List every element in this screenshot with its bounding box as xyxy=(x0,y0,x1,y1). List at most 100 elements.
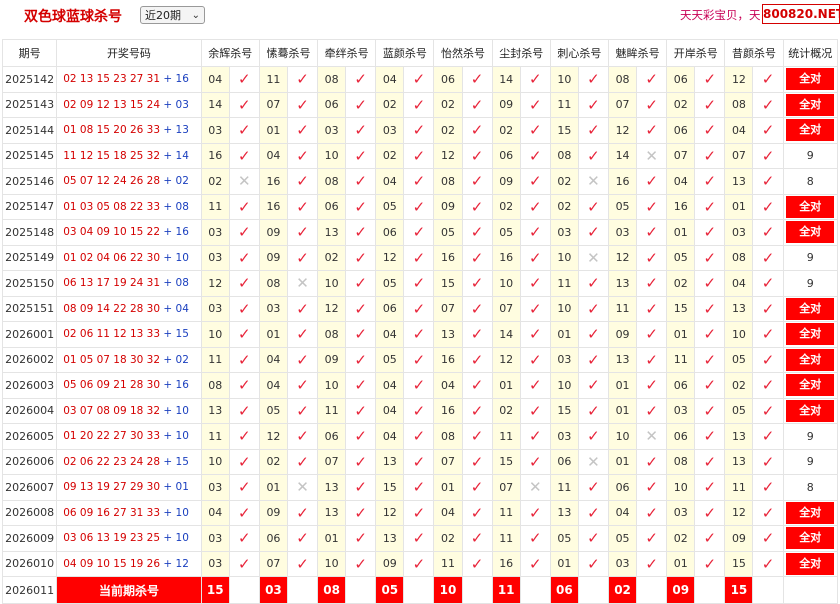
kill-number: 01 xyxy=(491,372,521,399)
column-header: 刺心杀号 xyxy=(549,39,610,67)
kill-number: 05 xyxy=(375,270,405,297)
check-icon: ✓ xyxy=(752,219,784,246)
table-row: 2025147 01 03 05 08 22 33 + 08 11 ✓ 16 ✓ 06 ✓ 05… xyxy=(1,193,839,220)
all-correct-badge: 全对 xyxy=(786,119,835,142)
kill-number: 03 xyxy=(608,550,638,577)
cross-icon: ✕ xyxy=(636,142,668,169)
check-icon: ✓ xyxy=(752,448,784,475)
check-icon: ✓ xyxy=(636,397,668,424)
check-icon: ✓ xyxy=(519,550,551,577)
table-row: 2025143 02 09 12 13 15 24 + 03 14 ✓ 07 ✓ 06 ✓ 02… xyxy=(1,91,839,118)
correct-count: 9 xyxy=(806,251,814,265)
kill-number: 08 xyxy=(608,66,638,93)
kill-number: 05 xyxy=(375,193,405,220)
kill-number: 03 xyxy=(549,423,579,450)
check-icon: ✓ xyxy=(461,295,493,322)
check-icon: ✓ xyxy=(345,295,377,322)
empty-cell xyxy=(636,576,668,604)
kill-number: 10 xyxy=(549,372,579,399)
draw-numbers: 02 06 22 23 24 28 + 15 xyxy=(56,448,202,475)
check-icon: ✓ xyxy=(577,346,610,373)
check-icon: ✓ xyxy=(519,423,551,450)
red-balls: 02 06 11 12 13 33 xyxy=(63,328,164,341)
check-icon: ✓ xyxy=(694,142,726,169)
current-kill-number: 15 xyxy=(724,576,754,604)
blue-ball: 10 xyxy=(175,251,189,264)
all-correct-badge: 全对 xyxy=(786,501,835,524)
check-icon: ✓ xyxy=(345,321,377,348)
kill-number: 04 xyxy=(608,499,638,526)
site-badge[interactable]: 800820.NET xyxy=(762,4,840,24)
plus-sign: + xyxy=(163,404,176,417)
kill-number: 06 xyxy=(666,423,696,450)
kill-number: 02 xyxy=(549,193,579,220)
draw-numbers: 06 13 17 19 24 31 + 08 xyxy=(56,270,202,297)
check-icon: ✓ xyxy=(228,448,260,475)
kill-number: 03 xyxy=(724,219,754,246)
check-icon: ✓ xyxy=(461,91,493,118)
check-icon: ✓ xyxy=(694,295,726,322)
check-icon: ✓ xyxy=(403,270,435,297)
kill-number: 04 xyxy=(258,372,288,399)
check-icon: ✓ xyxy=(403,499,435,526)
kill-number: 11 xyxy=(200,423,230,450)
check-icon: ✓ xyxy=(403,244,435,271)
kill-number: 16 xyxy=(258,193,288,220)
check-icon: ✓ xyxy=(577,270,610,297)
check-icon: ✓ xyxy=(286,193,319,220)
check-icon: ✓ xyxy=(286,448,319,475)
kill-number: 12 xyxy=(433,142,463,169)
kill-number: 02 xyxy=(491,397,521,424)
all-correct-badge: 全对 xyxy=(786,552,835,575)
check-icon: ✓ xyxy=(694,219,726,246)
kill-number: 10 xyxy=(317,372,347,399)
draw-numbers: 02 09 12 13 15 24 + 03 xyxy=(56,91,202,118)
check-icon: ✓ xyxy=(461,423,493,450)
period-select[interactable]: 近20期 ⌄ xyxy=(140,6,205,24)
kill-number: 16 xyxy=(491,244,521,271)
table-row: 2025149 01 02 04 06 22 30 + 10 03 ✓ 09 ✓ 02 ✓ 12… xyxy=(1,244,839,271)
kill-number: 10 xyxy=(317,550,347,577)
check-icon: ✓ xyxy=(636,346,668,373)
issue-number: 2026009 xyxy=(1,525,58,552)
table-row: 2025142 02 13 15 23 27 31 + 16 04 ✓ 11 ✓ 08 ✓ 04… xyxy=(1,66,839,93)
kill-number: 11 xyxy=(491,423,521,450)
red-balls: 02 13 15 23 27 31 xyxy=(63,73,164,86)
kill-number: 07 xyxy=(258,550,288,577)
kill-number: 02 xyxy=(491,193,521,220)
kill-number: 08 xyxy=(433,168,463,195)
issue-number: 2026001 xyxy=(1,321,58,348)
kill-number: 06 xyxy=(375,219,405,246)
issue-number: 2026002 xyxy=(1,346,58,373)
check-icon: ✓ xyxy=(286,397,319,424)
check-icon: ✓ xyxy=(636,448,668,475)
check-icon: ✓ xyxy=(694,270,726,297)
kill-number: 10 xyxy=(549,66,579,93)
stat-cell: 全对 xyxy=(782,550,839,577)
issue-number: 2025145 xyxy=(1,142,58,169)
kill-number: 03 xyxy=(200,219,230,246)
all-correct-badge: 全对 xyxy=(786,68,835,91)
check-icon: ✓ xyxy=(694,168,726,195)
blue-ball: 14 xyxy=(175,149,189,162)
blue-ball: 16 xyxy=(175,379,189,392)
red-balls: 01 03 05 08 22 33 xyxy=(63,200,164,213)
check-icon: ✓ xyxy=(636,321,668,348)
table-row: 2026005 01 20 22 27 30 33 + 10 11 ✓ 12 ✓ 06 ✓ 04… xyxy=(1,423,839,450)
current-kill-number: 08 xyxy=(317,576,347,604)
kill-number: 01 xyxy=(666,219,696,246)
kill-number: 14 xyxy=(491,66,521,93)
kill-number: 05 xyxy=(549,525,579,552)
correct-count: 9 xyxy=(806,149,814,163)
check-icon: ✓ xyxy=(519,270,551,297)
stat-cell: 全对 xyxy=(782,91,839,118)
period-select-value: 近20期 xyxy=(145,9,181,22)
kill-number: 08 xyxy=(200,372,230,399)
draw-numbers: 03 07 08 09 18 32 + 10 xyxy=(56,397,202,424)
cross-icon: ✕ xyxy=(577,244,610,271)
kill-number: 10 xyxy=(549,244,579,271)
stat-cell: 9 xyxy=(782,270,839,297)
empty-cell xyxy=(782,576,839,604)
check-icon: ✓ xyxy=(345,397,377,424)
check-icon: ✓ xyxy=(519,142,551,169)
